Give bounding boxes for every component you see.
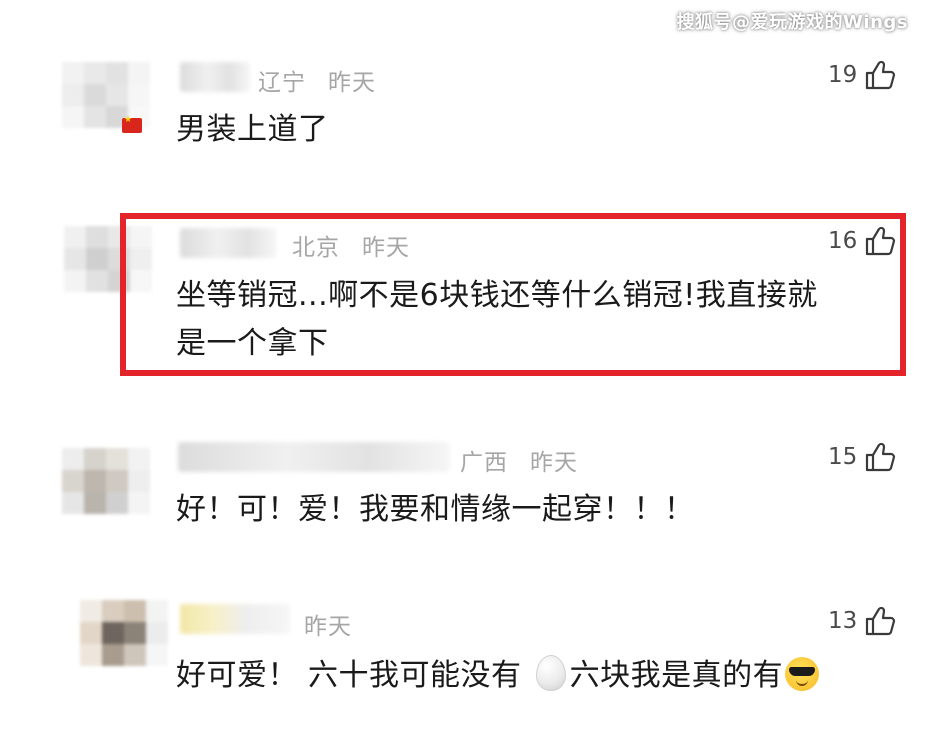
- avatar-blurred[interactable]: [80, 600, 168, 666]
- watermark: 搜狐号@爱玩游戏的Wings: [676, 12, 908, 33]
- thumbs-up-icon: [866, 442, 896, 472]
- like-count: 15: [828, 444, 858, 470]
- comment-meta: 辽宁 昨天: [258, 63, 376, 97]
- like-button[interactable]: 19: [828, 58, 897, 92]
- comment-text-part: 六块我是真的有: [569, 658, 784, 693]
- time-label: 昨天: [328, 70, 376, 96]
- time-label: 昨天: [304, 614, 352, 640]
- comment-meta: 昨天: [304, 607, 352, 641]
- egg-emoji-icon: [535, 655, 566, 691]
- comment-text: 男装上道了: [176, 112, 329, 147]
- username-blurred[interactable]: [178, 442, 450, 472]
- sunglasses-emoji-icon: [785, 657, 820, 691]
- username-blurred[interactable]: [180, 604, 290, 634]
- thumbs-up-icon: [866, 60, 896, 90]
- comment-text: 好！可！爱！我要和情缘一起穿！！！: [176, 492, 695, 527]
- location-label: 辽宁: [258, 70, 306, 96]
- thumbs-up-icon: [866, 606, 896, 636]
- username-blurred[interactable]: [180, 62, 250, 92]
- like-count: 13: [828, 608, 858, 634]
- location-label: 广西: [460, 450, 508, 476]
- like-count: 19: [828, 62, 858, 88]
- comment-text: 好可爱！ 六十我可能没有 六块我是真的有: [176, 652, 820, 700]
- time-label: 昨天: [530, 450, 578, 476]
- highlight-box: [120, 213, 906, 376]
- avatar-blurred[interactable]: [62, 448, 150, 514]
- comment-text-part: 好可爱！ 六十我可能没有: [176, 658, 522, 693]
- china-flag-icon: [122, 115, 142, 133]
- comment-meta: 广西 昨天: [460, 443, 578, 477]
- like-button[interactable]: 15: [828, 440, 897, 474]
- like-button[interactable]: 13: [828, 604, 897, 638]
